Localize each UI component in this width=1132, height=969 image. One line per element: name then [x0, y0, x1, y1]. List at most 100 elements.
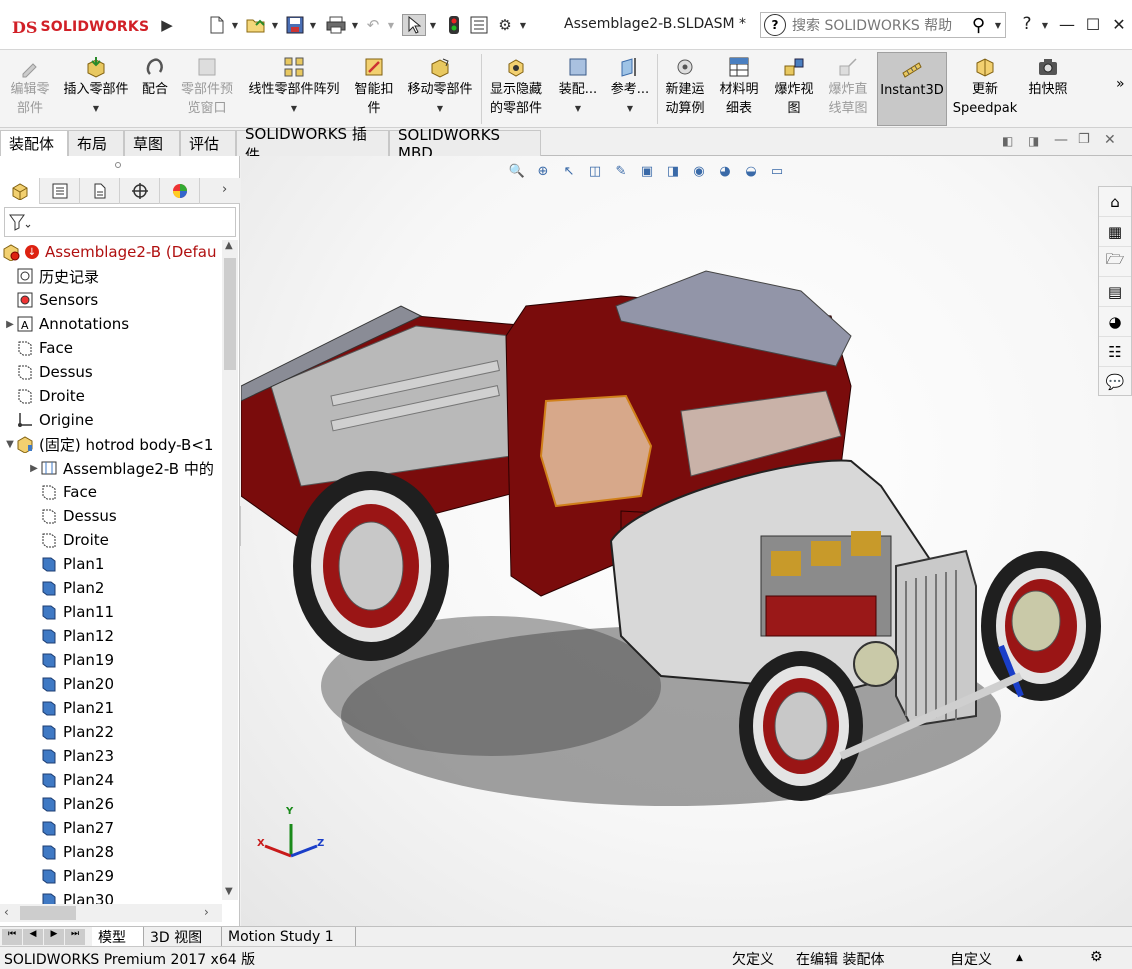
first-tab-icon[interactable]: ⏮ [2, 929, 22, 945]
solidworks-resources-home-icon[interactable]: ⌂ [1099, 187, 1131, 217]
maximize-window-icon[interactable]: ☐ [1080, 12, 1106, 36]
tree-node[interactable]: Plan22 [28, 720, 114, 744]
tree-node[interactable]: ▶ Assemblage2-B 中的 [28, 456, 214, 480]
new-motion-study-button[interactable]: 新建运 动算例 [660, 52, 710, 126]
tree-node[interactable]: Plan11 [28, 600, 114, 624]
doc-minimize-icon[interactable]: — [1054, 132, 1068, 148]
linear-component-pattern-button[interactable]: 线性零部件阵列 ▼ [242, 52, 346, 126]
ribbon-overflow-icon[interactable]: » [1116, 76, 1125, 92]
help-search-input[interactable]: 搜索 SOLIDWORKS 帮助 [792, 15, 952, 35]
solidworks-logo[interactable]: DS SOLIDWORKS [12, 12, 154, 42]
tree-node[interactable]: Plan28 [28, 840, 114, 864]
tree-node[interactable]: Plan21 [28, 696, 114, 720]
tree-node[interactable]: 历史记录 [4, 264, 99, 288]
panel-tabs-next-icon[interactable]: › [222, 182, 227, 197]
select-cursor-icon[interactable] [402, 14, 426, 36]
last-tab-icon[interactable]: ⏭ [65, 929, 85, 945]
search-dropdown-icon[interactable]: ▼ [995, 21, 1001, 30]
instant3d-button[interactable]: Instant3D [877, 52, 947, 126]
solidworks-forum-icon[interactable]: 💬 [1099, 367, 1131, 397]
tree-node[interactable]: Plan23 [28, 744, 114, 768]
show-hidden-components-button[interactable]: 显示隐藏 的零部件 [484, 52, 548, 126]
configurationmanager-tab-icon[interactable] [80, 178, 120, 204]
tree-node[interactable]: ↓ Assemblage2-B (Defau [2, 240, 216, 264]
tree-filter-box[interactable] [4, 207, 236, 237]
units-dropdown-icon[interactable]: ▲ [1016, 953, 1023, 963]
tree-node[interactable]: Droite [4, 384, 85, 408]
tree-node[interactable]: ▶ A Annotations [4, 312, 129, 336]
tree-node[interactable]: Face [28, 480, 97, 504]
propertymanager-tab-icon[interactable] [40, 178, 80, 204]
rebuild-status-icon[interactable]: ⚙ [1090, 949, 1103, 965]
panel-grip-icon[interactable] [115, 162, 121, 168]
tree-node[interactable]: Dessus [28, 504, 117, 528]
insert-component-button[interactable]: 插入零部件 ▼ [58, 52, 134, 126]
tab-solidworks-addins[interactable]: SOLIDWORKS 插件 [236, 125, 389, 164]
tab-sketch[interactable]: 草图 [124, 130, 180, 156]
tab-3d-view[interactable]: 3D 视图 [144, 927, 222, 947]
mate-button[interactable]: 配合 [138, 52, 172, 126]
hotrod-3d-model[interactable] [241, 156, 1132, 926]
tree-node[interactable]: Plan27 [28, 816, 114, 840]
tree-node[interactable]: Plan2 [28, 576, 104, 600]
undo-dropdown-icon[interactable]: ▼ [386, 14, 396, 36]
tree-node[interactable]: Dessus [4, 360, 93, 384]
undo-icon[interactable]: ↶ [362, 14, 384, 36]
tree-node[interactable]: Droite [28, 528, 109, 552]
tree-expand-arrow-icon[interactable]: ▶ [28, 463, 40, 474]
help-search-box[interactable]: ? 搜索 SOLIDWORKS 帮助 ⚲ ▼ [760, 12, 1006, 38]
scroll-up-icon[interactable]: ▲ [225, 240, 233, 251]
explode-line-sketch-button[interactable]: 爆炸直 线草图 [822, 52, 874, 126]
tree-node[interactable]: Plan20 [28, 672, 114, 696]
appearances-scenes-icon[interactable]: ◕ [1099, 307, 1131, 337]
exploded-view-button[interactable]: 爆炸视 图 [768, 52, 820, 126]
scroll-down-icon[interactable]: ▼ [225, 886, 233, 897]
tree-node[interactable]: Origine [4, 408, 94, 432]
scroll-left-icon[interactable]: ‹ [4, 905, 9, 919]
close-window-icon[interactable]: ✕ [1106, 12, 1132, 36]
open-document-icon[interactable] [244, 14, 268, 36]
tree-scroll-thumb[interactable] [224, 258, 236, 370]
edit-component-button[interactable]: 编辑零 部件 [4, 52, 56, 126]
tree-node[interactable]: Plan26 [28, 792, 114, 816]
filter-funnel-icon[interactable] [9, 213, 31, 235]
featuremanager-tab-icon[interactable] [0, 178, 40, 204]
options-gear-icon[interactable]: ⚙ [494, 14, 516, 36]
custom-properties-icon[interactable]: ☷ [1099, 337, 1131, 367]
tree-expand-arrow-icon[interactable]: ▼ [4, 439, 16, 450]
update-speedpak-button[interactable]: 更新 Speedpak [950, 52, 1020, 126]
displaymanager-tab-icon[interactable] [160, 178, 200, 204]
tab-evaluate[interactable]: 评估 [180, 130, 236, 156]
tree-node[interactable]: Plan24 [28, 768, 114, 792]
tree-node[interactable]: Plan29 [28, 864, 114, 888]
take-snapshot-button[interactable]: 拍快照 [1022, 52, 1074, 126]
move-component-button[interactable]: 移动零部件 ▼ [402, 52, 478, 126]
assembly-features-dropdown-icon[interactable]: ▼ [575, 99, 581, 118]
tab-motion-study-1[interactable]: Motion Study 1 [222, 927, 356, 947]
move-component-dropdown-icon[interactable]: ▼ [437, 99, 443, 118]
tile-right-icon[interactable]: ◨ [1028, 134, 1039, 148]
tab-layout[interactable]: 布局 [68, 130, 124, 156]
save-icon[interactable] [284, 14, 306, 36]
search-magnifier-icon[interactable]: ⚲ [972, 15, 985, 36]
units-custom[interactable]: 自定义 [950, 949, 992, 969]
bill-of-materials-button[interactable]: 材料明 细表 [714, 52, 764, 126]
tab-assembly[interactable]: 装配体 [0, 130, 68, 156]
options-dropdown-icon[interactable]: ▼ [518, 14, 528, 36]
linear-pattern-dropdown-icon[interactable]: ▼ [291, 99, 297, 118]
menu-expand-icon[interactable]: ▶ [160, 14, 174, 36]
print-dropdown-icon[interactable]: ▼ [350, 14, 360, 36]
tree-node[interactable]: ▼ (固定) hotrod body-B<1 [4, 432, 213, 456]
doc-close-icon[interactable]: ✕ [1104, 132, 1116, 148]
tree-expand-arrow-icon[interactable]: ▶ [4, 319, 16, 330]
select-dropdown-icon[interactable]: ▼ [428, 14, 438, 36]
new-document-icon[interactable] [206, 14, 228, 36]
file-properties-icon[interactable] [468, 14, 490, 36]
next-tab-icon[interactable]: ▶ [44, 929, 64, 945]
insert-component-dropdown-icon[interactable]: ▼ [93, 99, 99, 118]
file-explorer-icon[interactable]: 🗁 [1099, 247, 1131, 277]
smart-fasteners-button[interactable]: 智能扣 件 [350, 52, 398, 126]
doc-restore-icon[interactable]: ❐ [1078, 132, 1090, 147]
tree-horizontal-scrollbar[interactable]: ‹ › [0, 904, 222, 922]
tree-node[interactable]: Plan12 [28, 624, 114, 648]
